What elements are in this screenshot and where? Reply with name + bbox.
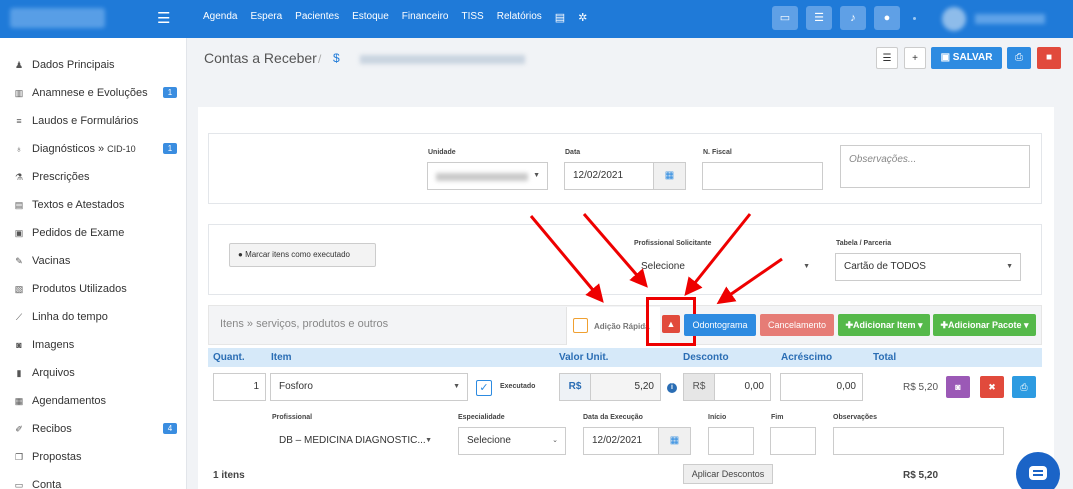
annotation-arrows xyxy=(529,213,783,305)
arrow-1 xyxy=(529,215,604,303)
arrow-3 xyxy=(684,213,752,297)
arrow-2 xyxy=(582,213,648,288)
arrow-4 xyxy=(716,257,783,305)
